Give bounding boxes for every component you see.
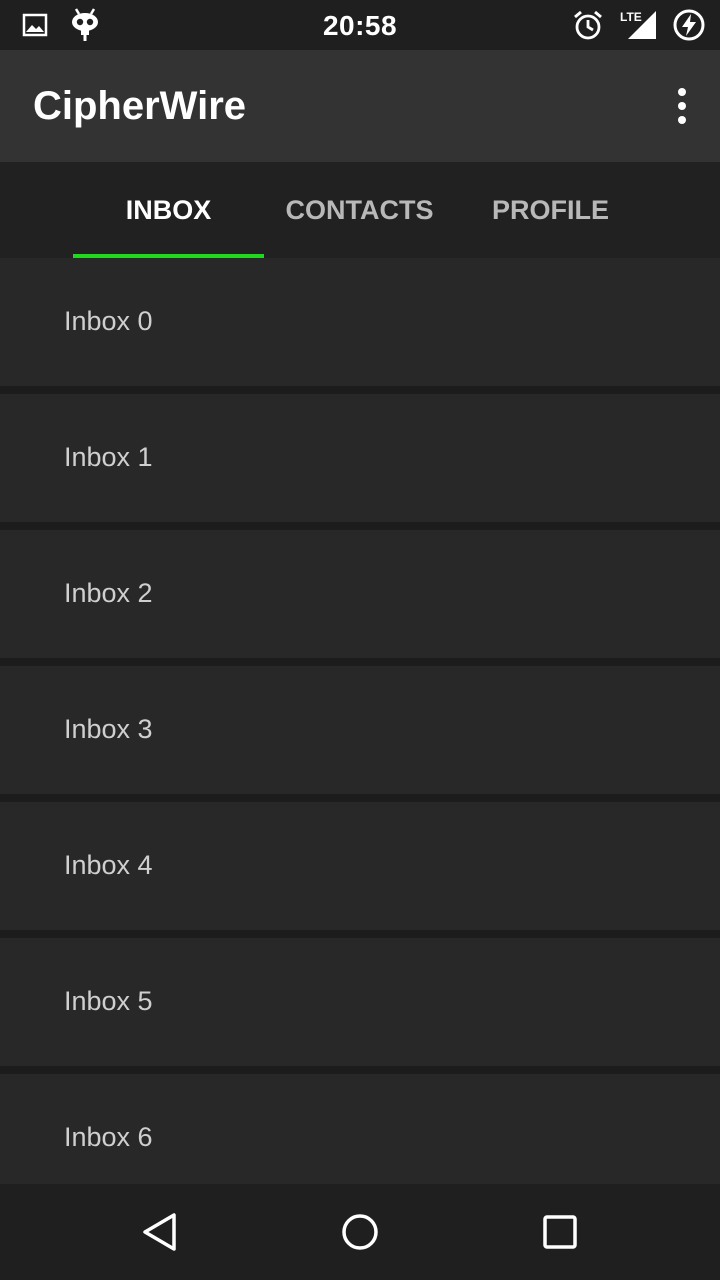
home-button[interactable] [340,1212,380,1252]
inbox-list-item-4[interactable]: Inbox 4 [0,802,720,930]
tab-bar: INBOX CONTACTS PROFILE [0,162,720,258]
app-screen: 20:58 LTE CipherWire INBOX CONTACTS PROF… [0,0,720,1280]
tab-inbox[interactable]: INBOX [73,162,264,258]
inbox-item-label: Inbox 0 [64,306,153,336]
inbox-item-label: Inbox 4 [64,850,153,880]
inbox-list-item-0[interactable]: Inbox 0 [0,258,720,386]
app-bar: CipherWire [0,50,720,162]
inbox-list[interactable]: Inbox 0 Inbox 1 Inbox 2 Inbox 3 Inbox 4 … [0,258,720,1184]
inbox-list-item-1[interactable]: Inbox 1 [0,394,720,522]
tab-contacts[interactable]: CONTACTS [264,162,455,258]
inbox-item-label: Inbox 6 [64,1122,153,1152]
network-label: LTE [620,10,642,24]
inbox-item-label: Inbox 3 [64,714,153,744]
back-icon [143,1213,176,1251]
status-right-icons: LTE [572,8,706,47]
status-bar: 20:58 LTE [0,0,720,50]
app-title: CipherWire [33,84,247,128]
overflow-menu-button[interactable] [666,86,698,126]
system-nav-bar [0,1184,720,1280]
inbox-list-item-3[interactable]: Inbox 3 [0,666,720,794]
tab-profile[interactable]: PROFILE [455,162,646,258]
inbox-item-label: Inbox 5 [64,986,153,1016]
more-vert-icon [678,88,686,124]
back-button[interactable] [140,1212,180,1252]
recents-icon [543,1215,577,1249]
inbox-list-item-5[interactable]: Inbox 5 [0,938,720,1066]
battery-charging-icon [672,8,706,47]
home-icon [342,1214,378,1250]
alarm-icon [572,9,604,46]
lte-signal-icon: LTE [618,9,658,46]
recents-button[interactable] [540,1212,580,1252]
inbox-list-item-2[interactable]: Inbox 2 [0,530,720,658]
inbox-list-item-6[interactable]: Inbox 6 [0,1074,720,1184]
inbox-item-label: Inbox 2 [64,578,153,608]
inbox-item-label: Inbox 1 [64,442,153,472]
